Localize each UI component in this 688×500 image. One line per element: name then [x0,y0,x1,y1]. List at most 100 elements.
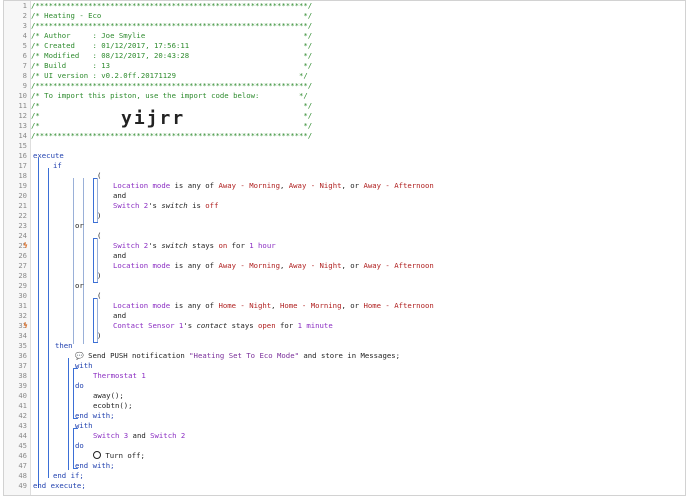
trigger-icon: ϟ [23,321,28,330]
line-number: 31 [18,301,27,310]
line-number: 19 [18,181,27,190]
execute-statement[interactable]: execute [33,151,685,161]
code-viewer: 1 2 3 4 5 6 7 8 9 10 11 12 13 14 15 16 17 18 19 20 21 22 23 24 2… [3,0,686,496]
condition-contact-open[interactable]: Contact Sensor 1's contact stays open fo… [113,321,685,331]
do-statement[interactable]: do [75,441,685,451]
with-guide [73,368,74,418]
end-execute-statement[interactable]: end execute; [33,481,685,491]
line-number: 18 [18,171,27,180]
line-number: 44 [18,431,27,440]
line-number: 29 [18,281,27,290]
line-number: 22 [18,211,27,220]
comment-line: /***************************************… [31,21,313,30]
import-code[interactable]: yijrr [121,107,685,131]
group-bracket [93,238,94,282]
if-statement[interactable]: if [53,161,685,171]
end-with-statement[interactable]: end with; [75,461,685,471]
condition-location-mode[interactable]: Location mode is any of Away - Morning, … [113,181,685,191]
execute-guide [38,158,39,488]
line-number: 41 [18,401,27,410]
line-number: 2 [22,11,27,20]
close-paren: ) [97,271,102,280]
line-number: 42 [18,411,27,420]
condition-switch2-stays-on[interactable]: Switch 2's switch stays on for 1 hour [113,241,685,251]
and-operator[interactable]: and [113,311,685,321]
group-bracket [93,298,94,342]
line-number-gutter: 1 2 3 4 5 6 7 8 9 10 11 12 13 14 15 16 17 18 19 20 21 22 23 24 2… [4,1,31,495]
line-number: 15 [18,141,27,150]
then-statement[interactable]: then [55,341,685,351]
condition-switch2-off[interactable]: Switch 2's switch is off [113,201,685,211]
condition-group-guide [83,178,84,344]
comment-line: /***************************************… [31,1,313,10]
close-paren: ) [97,331,102,340]
line-number: 3 [22,21,27,30]
ecobtn-command[interactable]: ecobtn(); [93,401,685,411]
then-guide [68,358,69,470]
line-number: 46 [18,451,27,460]
comment-line: /* Modified : 08/12/2017, 20:43:28 */ [31,51,313,60]
condition-group-guide [73,178,74,344]
line-number: 34 [18,331,27,340]
line-number: 1 [22,1,27,10]
line-number: 35 [18,341,27,350]
comment-line: /***************************************… [31,81,313,90]
line-number: 9 [22,81,27,90]
with-statement[interactable]: with [75,361,685,371]
group-bracket [93,178,94,222]
end-if-statement[interactable]: end if; [53,471,685,481]
line-number: 11 [18,101,27,110]
send-push-task[interactable]: 💬 Send PUSH notification "Heating Set To… [75,351,685,361]
line-number: 48 [18,471,27,480]
with-guide [73,428,74,468]
line-number: 4 [22,31,27,40]
with-statement[interactable]: with [75,421,685,431]
condition-location-mode[interactable]: Location mode is any of Away - Morning, … [113,261,685,271]
piston-code: /***************************************… [31,1,685,495]
if-guide [48,168,49,478]
line-number: 17 [18,161,27,170]
line-number: 8 [22,71,27,80]
line-number: 45 [18,441,27,450]
line-number: 27 [18,261,27,270]
line-number: 6 [22,51,27,60]
chat-bubble-icon: 💬 [75,352,84,360]
turn-off-command[interactable]: Turn off; [93,451,685,461]
line-number: 5 [22,41,27,50]
do-statement[interactable]: do [75,381,685,391]
comment-line: /***************************************… [31,131,313,140]
line-number: 7 [22,61,27,70]
comment-line: /* Heating - Eco */ [31,11,313,20]
line-number: 32 [18,311,27,320]
comment-line: /* Build : 13 */ [31,61,313,70]
or-operator[interactable]: or [75,281,685,291]
close-paren: ) [97,211,102,220]
comment-line: /* Author : Joe Smylie */ [31,31,313,40]
line-number: 28 [18,271,27,280]
line-number: 14 [18,131,27,140]
condition-location-mode-home[interactable]: Location mode is any of Home - Night, Ho… [113,301,685,311]
open-paren: ( [97,291,102,300]
and-operator[interactable]: and [113,251,685,261]
line-number: 39 [18,381,27,390]
line-number: 10 [18,91,27,100]
or-operator[interactable]: or [75,221,685,231]
line-number: 24 [18,231,27,240]
line-number: 26 [18,251,27,260]
line-number: 21 [18,201,27,210]
and-operator[interactable]: and [113,191,685,201]
line-number: 13 [18,121,27,130]
line-number: 16 [18,151,27,160]
end-with-statement[interactable]: end with; [75,411,685,421]
comment-line: /* UI version : v0.2.0ff.20171129 */ [31,71,308,80]
device-thermostat[interactable]: Thermostat 1 [93,371,685,381]
line-number: 30 [18,291,27,300]
line-number: 36 [18,351,27,360]
line-number: 23 [18,221,27,230]
device-switches[interactable]: Switch 3 and Switch 2 [93,431,685,441]
open-paren: ( [97,171,102,180]
power-icon [93,451,101,459]
away-command[interactable]: away(); [93,391,685,401]
comment-line: /* Created : 01/12/2017, 17:56:11 */ [31,41,313,50]
line-number: 38 [18,371,27,380]
